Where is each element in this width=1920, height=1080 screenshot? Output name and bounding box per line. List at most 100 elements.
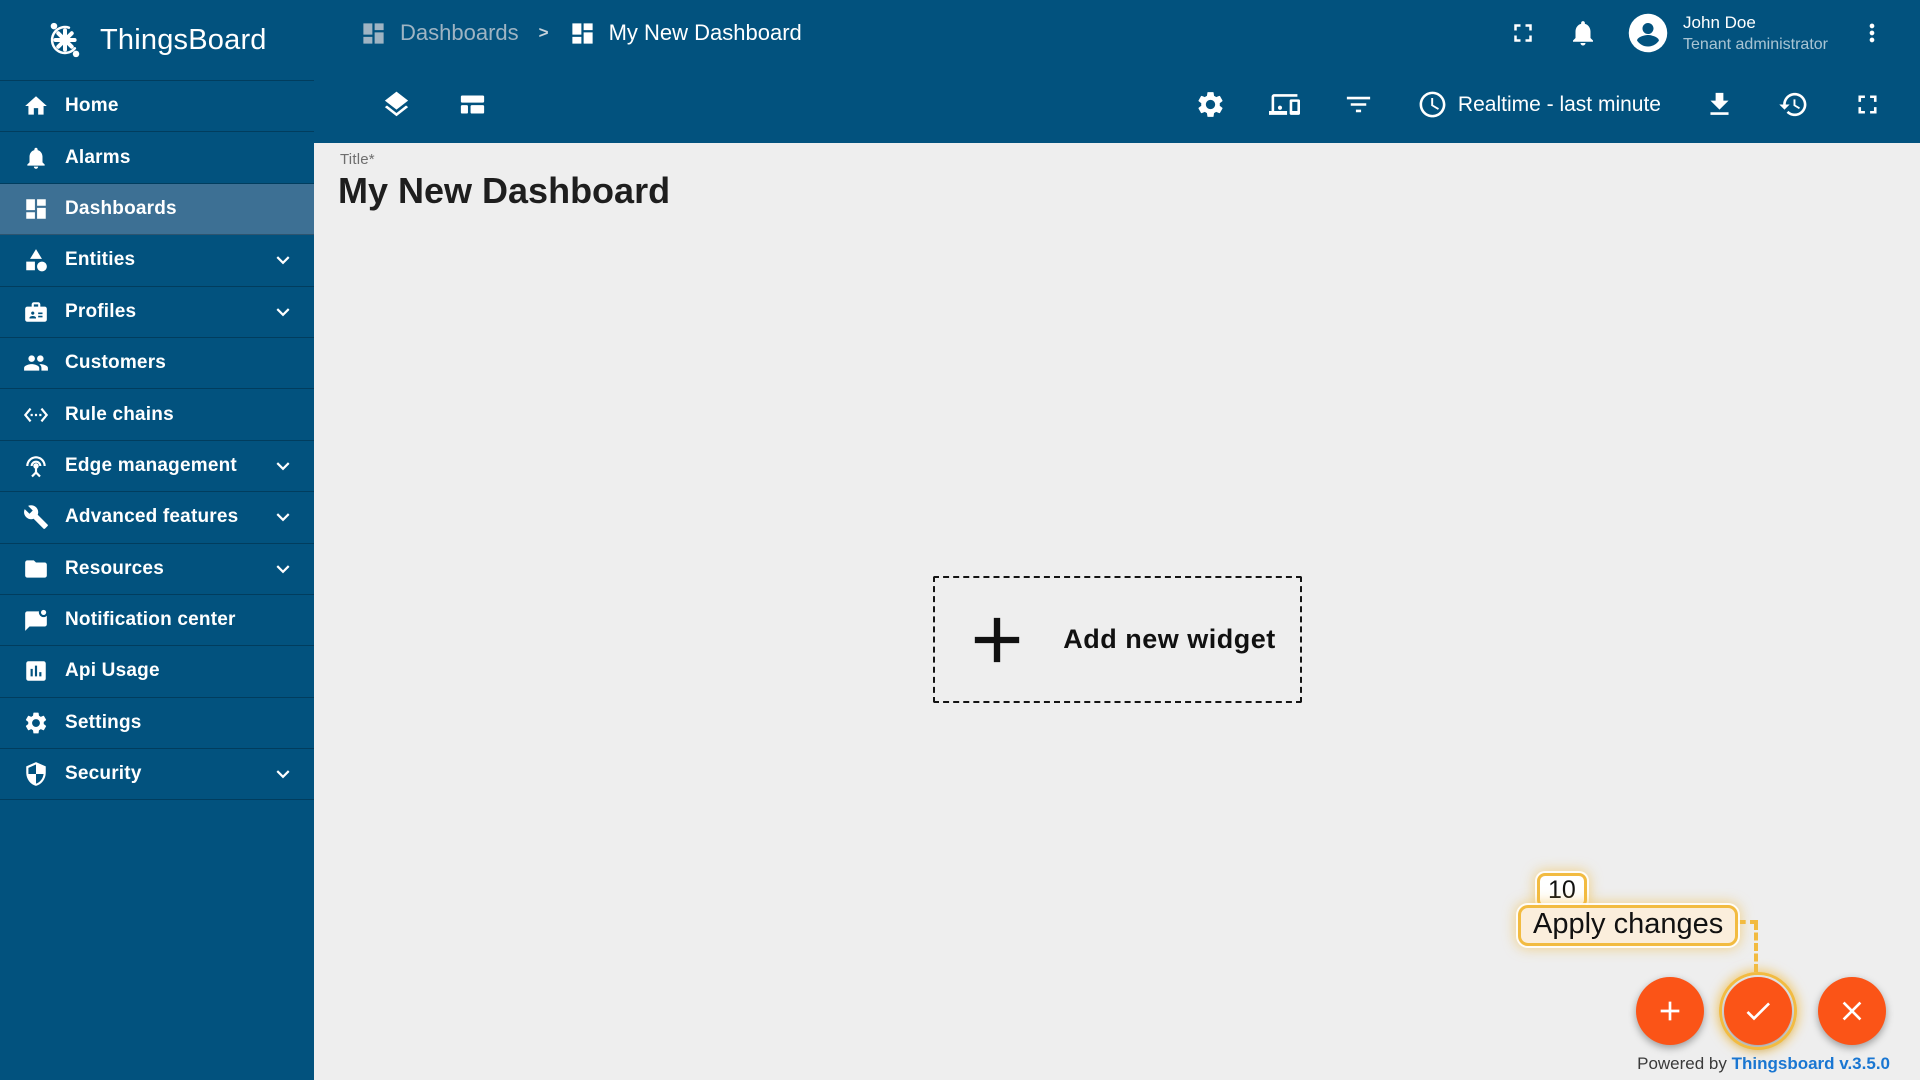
manage-layouts-icon — [457, 89, 488, 120]
annotation-label: Apply changes — [1518, 905, 1739, 946]
chevron-down-icon — [270, 761, 296, 787]
breadcrumb-label: My New Dashboard — [608, 20, 802, 45]
sidebar-item-home[interactable]: Home — [0, 81, 314, 133]
fullscreen-button[interactable] — [1843, 81, 1891, 129]
add-widget-fab[interactable] — [1636, 977, 1704, 1045]
user-menu-button[interactable]: John Doe Tenant administrator — [1627, 12, 1828, 54]
rule-chains-icon — [23, 402, 49, 428]
chevron-down-icon — [270, 453, 296, 479]
breadcrumb-item-my-new-dashboard[interactable]: My New Dashboard — [569, 20, 802, 47]
sidebar-item-advanced-features[interactable]: Advanced features — [0, 492, 314, 544]
edge-management-icon — [23, 453, 49, 479]
add-new-widget-button[interactable]: Add new widget — [933, 576, 1302, 703]
thingsboard-version-link[interactable]: Thingsboard v.3.5.0 — [1732, 1054, 1890, 1073]
account-icon — [1627, 12, 1669, 54]
sidebar-item-label: Security — [65, 763, 142, 785]
entities-icon — [23, 247, 49, 273]
title-field-label: Title* — [340, 151, 375, 168]
chevron-down-icon — [270, 299, 296, 325]
sidebar-item-customers[interactable]: Customers — [0, 338, 314, 390]
dashboard-content: Title* My New Dashboard Add new widget 1… — [314, 143, 1920, 1080]
dashboards-icon — [23, 196, 49, 222]
app-name: ThingsBoard — [100, 23, 267, 56]
chevron-down-icon — [270, 247, 296, 273]
devices-button[interactable] — [1261, 81, 1309, 129]
sidebar-item-rule-chains[interactable]: Rule chains — [0, 389, 314, 441]
dashboard-title-input[interactable]: My New Dashboard — [338, 170, 670, 212]
sidebar-item-label: Resources — [65, 557, 164, 579]
sidebar-item-security[interactable]: Security — [0, 749, 314, 801]
home-icon — [23, 93, 49, 119]
sidebar-item-resources[interactable]: Resources — [0, 544, 314, 595]
plus-icon — [1654, 995, 1686, 1027]
more-options-button[interactable] — [1848, 9, 1896, 57]
download-icon — [1704, 89, 1735, 120]
notification-center-icon — [23, 607, 49, 633]
plus-icon — [959, 602, 1035, 678]
user-name: John Doe — [1683, 12, 1756, 32]
dashboards-icon — [569, 20, 596, 47]
chevron-down-icon — [270, 556, 296, 582]
toolbar-right: Realtime - last minute — [1187, 81, 1891, 129]
breadcrumb-separator: > — [538, 23, 549, 42]
settings-button[interactable] — [1187, 81, 1235, 129]
toolbar-left — [372, 81, 496, 129]
sidebar-item-label: Notification center — [65, 609, 236, 631]
sidebar-item-label: Alarms — [65, 146, 131, 168]
notifications-button[interactable] — [1559, 9, 1607, 57]
settings-icon — [23, 710, 49, 736]
sidebar-item-profiles[interactable]: Profiles — [0, 287, 314, 338]
sidebar-item-label: Settings — [65, 711, 142, 733]
sidebar-item-notification-center[interactable]: Notification center — [0, 595, 314, 647]
manage-layouts-button[interactable] — [448, 81, 496, 129]
apply-changes-fab[interactable] — [1724, 977, 1792, 1045]
sidebar-item-alarms[interactable]: Alarms — [0, 132, 314, 184]
layers-button[interactable] — [372, 81, 420, 129]
sidebar-item-label: Entities — [65, 249, 136, 271]
sidebar-item-settings[interactable]: Settings — [0, 698, 314, 750]
download-button[interactable] — [1695, 81, 1743, 129]
fullscreen-button[interactable] — [1499, 9, 1547, 57]
top-header: Dashboards > My New Dashboard John Doe Tena… — [314, 0, 1920, 66]
more-vert-icon — [1858, 19, 1886, 47]
powered-by-footer: Powered by Thingsboard v.3.5.0 — [1637, 1054, 1890, 1074]
sidebar-item-api-usage[interactable]: Api Usage — [0, 646, 314, 698]
add-new-widget-label: Add new widget — [1063, 624, 1276, 654]
timewindow-button[interactable]: Realtime - last minute — [1409, 89, 1669, 120]
check-icon — [1742, 995, 1774, 1027]
fullscreen-icon — [1508, 18, 1538, 48]
clock-icon — [1417, 89, 1448, 120]
cancel-changes-fab[interactable] — [1818, 977, 1886, 1045]
chevron-down-icon — [270, 504, 296, 530]
sidebar-menu: Home Alarms Dashboards Entities Profiles Cust… — [0, 80, 314, 801]
sidebar-item-label: Dashboards — [65, 197, 177, 219]
layers-icon — [381, 89, 412, 120]
sidebar-item-label: Home — [65, 95, 119, 117]
timewindow-label: Realtime - last minute — [1457, 92, 1661, 116]
sidebar: ThingsBoard Home Alarms Dashboards Entities… — [0, 0, 314, 1080]
user-role: Tenant administrator — [1683, 35, 1828, 53]
sidebar-item-label: Rule chains — [65, 403, 174, 425]
filter-button[interactable] — [1335, 81, 1383, 129]
breadcrumb-item-dashboards[interactable]: Dashboards — [360, 20, 519, 47]
history-button[interactable] — [1769, 81, 1817, 129]
alarms-icon — [23, 145, 49, 171]
api-usage-icon — [23, 658, 49, 684]
resources-icon — [23, 556, 49, 582]
security-icon — [23, 761, 49, 787]
settings-icon — [1195, 89, 1226, 120]
annotation-connector-vertical — [1754, 922, 1758, 972]
close-icon — [1836, 995, 1868, 1027]
sidebar-item-label: Profiles — [65, 300, 137, 322]
sidebar-item-label: Advanced features — [65, 506, 239, 528]
thingsboard-app: ThingsBoard Home Alarms Dashboards Entities… — [0, 0, 1920, 1080]
app-logo[interactable]: ThingsBoard — [0, 0, 314, 80]
sidebar-item-dashboards[interactable]: Dashboards — [0, 183, 314, 236]
fullscreen-icon — [1852, 89, 1883, 120]
sidebar-item-edge-management[interactable]: Edge management — [0, 441, 314, 493]
dashboard-toolbar: Realtime - last minute — [314, 66, 1920, 143]
sidebar-item-entities[interactable]: Entities — [0, 235, 314, 287]
devices-icon — [1269, 89, 1301, 120]
sidebar-item-label: Edge management — [65, 454, 237, 476]
breadcrumb: Dashboards > My New Dashboard — [360, 20, 802, 47]
